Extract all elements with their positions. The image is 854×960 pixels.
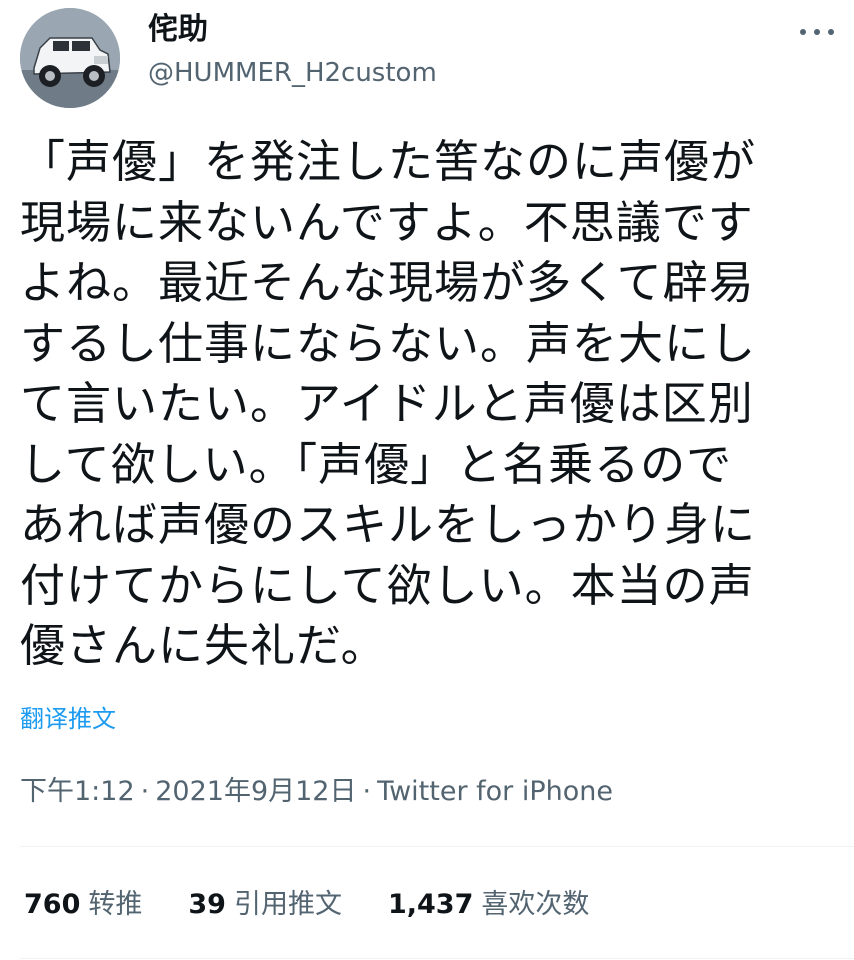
tweet-text-line: よね。最近そんな現場が多くて辟易	[20, 256, 755, 309]
retweets-label: 转推	[88, 889, 143, 920]
tweet-date[interactable]: 2021年9月12日	[155, 776, 356, 807]
retweets-count: 760	[24, 889, 81, 920]
meta-separator: ·	[140, 776, 150, 807]
tweet-stats: 760 转推 39 引用推文 1,437 喜欢次数	[24, 884, 589, 926]
tweet-text-line: 現場に来ないんですよ。不思議です	[20, 195, 754, 249]
tweet-text-line: て言いたい。アイドルと声優は区別	[20, 377, 754, 430]
tweet-text-line: あれば声優のスキルをしっかり身に	[20, 498, 757, 551]
tweet-time[interactable]: 下午1:12	[20, 776, 135, 807]
tweet-text-line: するし仕事にならない。声を大にし	[20, 316, 757, 370]
likes-label: 喜欢次数	[481, 889, 590, 920]
more-options-icon[interactable]	[800, 22, 834, 42]
more-dot	[800, 29, 806, 35]
quotes-count: 39	[188, 889, 226, 920]
tweet-source[interactable]: Twitter for iPhone	[377, 776, 613, 807]
divider	[20, 958, 854, 959]
divider	[20, 846, 854, 847]
tweet-meta: 下午1:12 · 2021年9月12日 · Twitter for iPhone	[20, 772, 613, 812]
tweet-text-line: して欲しい。「声優」と名乗るので	[20, 437, 733, 491]
likes-stat[interactable]: 1,437 喜欢次数	[388, 884, 589, 926]
tweet-text: 「声優」を発注した筈なのに声優が 現場に来ないんですよ。不思議です よね。最近そ…	[20, 132, 838, 677]
more-dot	[814, 29, 820, 35]
quotes-stat[interactable]: 39 引用推文	[188, 884, 342, 926]
tweet-text-line: 「声優」を発注した筈なのに声優が	[20, 135, 757, 188]
display-name[interactable]: 侘助	[148, 12, 208, 48]
translate-tweet-link[interactable]: 翻译推文	[20, 702, 116, 736]
more-dot	[828, 29, 834, 35]
hummer-truck-avatar-icon	[20, 8, 120, 108]
tweet-text-line: 付けてからにして欲しい。本当の声	[20, 558, 755, 612]
avatar[interactable]	[20, 8, 120, 108]
tweet-text-line: 優さんに失礼だ。	[20, 619, 387, 672]
meta-separator: ·	[362, 776, 372, 807]
user-handle[interactable]: @HUMMER_H2custom	[148, 56, 437, 90]
quotes-label: 引用推文	[233, 889, 342, 920]
likes-count: 1,437	[387, 889, 474, 920]
retweets-stat[interactable]: 760 转推	[24, 884, 142, 926]
